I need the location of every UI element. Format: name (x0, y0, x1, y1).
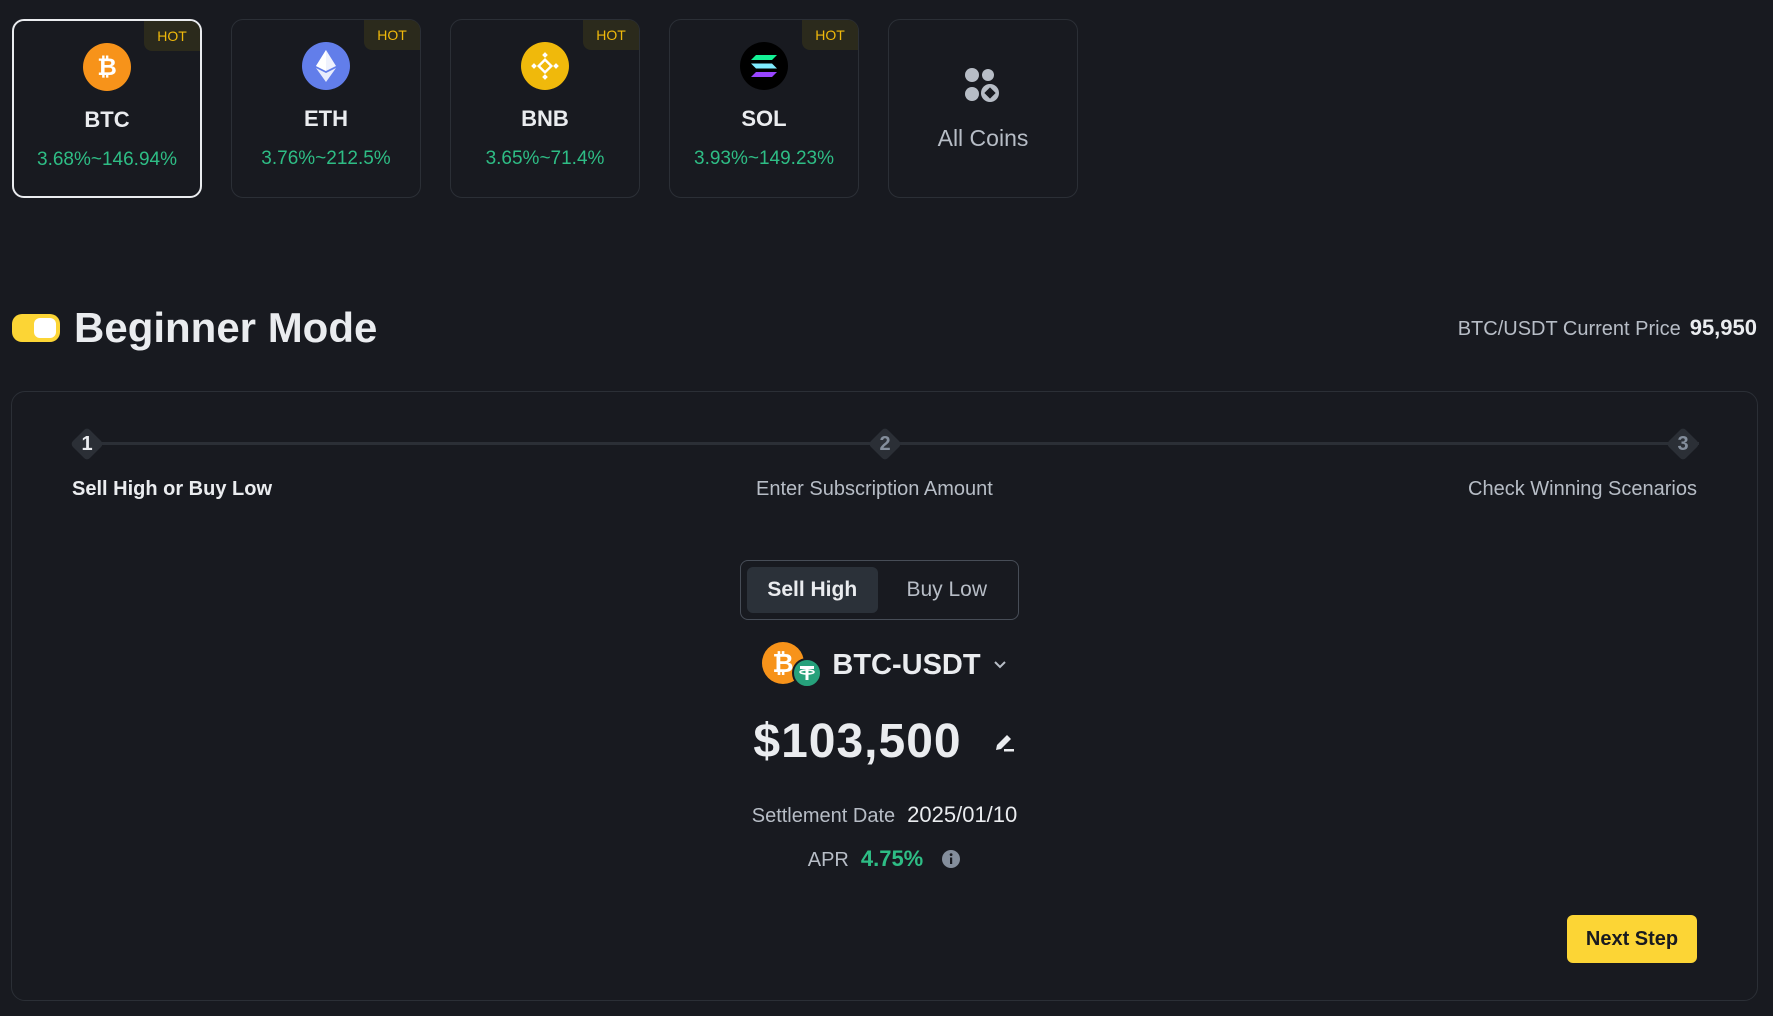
step-marker-1: 1 (70, 427, 104, 461)
page-title: Beginner Mode (74, 304, 378, 351)
sell-high-tab[interactable]: Sell High (747, 567, 878, 613)
chevron-down-icon[interactable] (993, 660, 1007, 670)
apr-row: APR 4.75% (12, 846, 1757, 872)
coin-card-sol[interactable]: HOT SOL 3.93%~149.23% (669, 19, 859, 198)
all-coins-icon (963, 66, 1003, 111)
coin-apr-range: 3.76%~212.5% (261, 148, 391, 169)
pair-selector[interactable]: ₿ BTC-USDT (12, 642, 1757, 688)
pair-icons: ₿ (762, 642, 824, 688)
step-number: 1 (81, 432, 93, 455)
coin-apr-range: 3.68%~146.94% (37, 149, 177, 170)
current-price-label: BTC/USDT Current Price (1457, 318, 1681, 340)
coin-symbol: BTC (84, 107, 130, 132)
bnb-icon (521, 42, 569, 90)
direction-toggle: Sell High Buy Low (740, 560, 1019, 620)
settlement-date-value: 2025/01/10 (907, 802, 1018, 827)
svg-text:₿: ₿ (773, 649, 794, 679)
step-label-1: Sell High or Buy Low (72, 478, 273, 500)
next-step-button[interactable]: Next Step (1567, 915, 1697, 963)
step-marker-2: 2 (868, 427, 902, 461)
coin-apr-range: 3.65%~71.4% (485, 148, 605, 169)
all-coins-card[interactable]: All Coins (888, 19, 1078, 198)
target-price-row: $103,500 (12, 714, 1757, 769)
buy-low-tab[interactable]: Buy Low (882, 567, 1013, 613)
hot-badge: HOT (583, 20, 639, 50)
stepper: 1 Sell High or Buy Low 2 Enter Subscript… (12, 425, 1757, 525)
coin-card-btc[interactable]: HOT ₿ BTC 3.68%~146.94% (12, 19, 202, 198)
eth-icon (302, 42, 350, 90)
settlement-date-row: Settlement Date 2025/01/10 (12, 802, 1757, 828)
coin-symbol: BNB (521, 106, 569, 131)
step-number: 2 (879, 432, 891, 455)
pair-name: BTC-USDT (832, 648, 981, 681)
beginner-mode-toggle[interactable] (12, 314, 60, 342)
usdt-icon (792, 658, 823, 688)
toggle-knob (34, 318, 56, 338)
current-price-value: 95,950 (1689, 315, 1757, 340)
mode-header: Beginner Mode BTC/USDT Current Price 95,… (12, 300, 1757, 356)
hot-badge: HOT (802, 20, 858, 50)
coin-selector: HOT ₿ BTC 3.68%~146.94% HOT ETH 3.76%~21… (12, 19, 1078, 198)
hot-badge: HOT (144, 21, 200, 51)
edit-icon[interactable] (992, 730, 1016, 754)
step-number: 3 (1677, 432, 1689, 455)
coin-card-bnb[interactable]: HOT BNB 3.65%~71.4% (450, 19, 640, 198)
sol-icon (740, 42, 788, 90)
step-marker-3: 3 (1666, 427, 1700, 461)
btc-icon: ₿ (83, 43, 131, 91)
apr-label: APR (807, 849, 849, 871)
apr-value: 4.75% (860, 846, 924, 871)
current-price: BTC/USDT Current Price 95,950 (1458, 315, 1757, 341)
target-price: $103,500 (753, 715, 962, 768)
order-panel: 1 Sell High or Buy Low 2 Enter Subscript… (11, 391, 1758, 1001)
coin-symbol: SOL (741, 106, 787, 131)
step-label-3: Check Winning Scenarios (1468, 478, 1697, 500)
coin-apr-range: 3.93%~149.23% (694, 148, 834, 169)
coin-symbol: ETH (304, 106, 348, 131)
all-coins-label: All Coins (937, 124, 1029, 151)
dual-investment-page: HOT ₿ BTC 3.68%~146.94% HOT ETH 3.76%~21… (0, 0, 1773, 1016)
coin-card-eth[interactable]: HOT ETH 3.76%~212.5% (231, 19, 421, 198)
settlement-date-label: Settlement Date (751, 805, 896, 827)
svg-text:₿: ₿ (97, 53, 117, 81)
info-icon[interactable] (941, 849, 961, 869)
step-label-2: Enter Subscription Amount (756, 478, 993, 500)
hot-badge: HOT (364, 20, 420, 50)
